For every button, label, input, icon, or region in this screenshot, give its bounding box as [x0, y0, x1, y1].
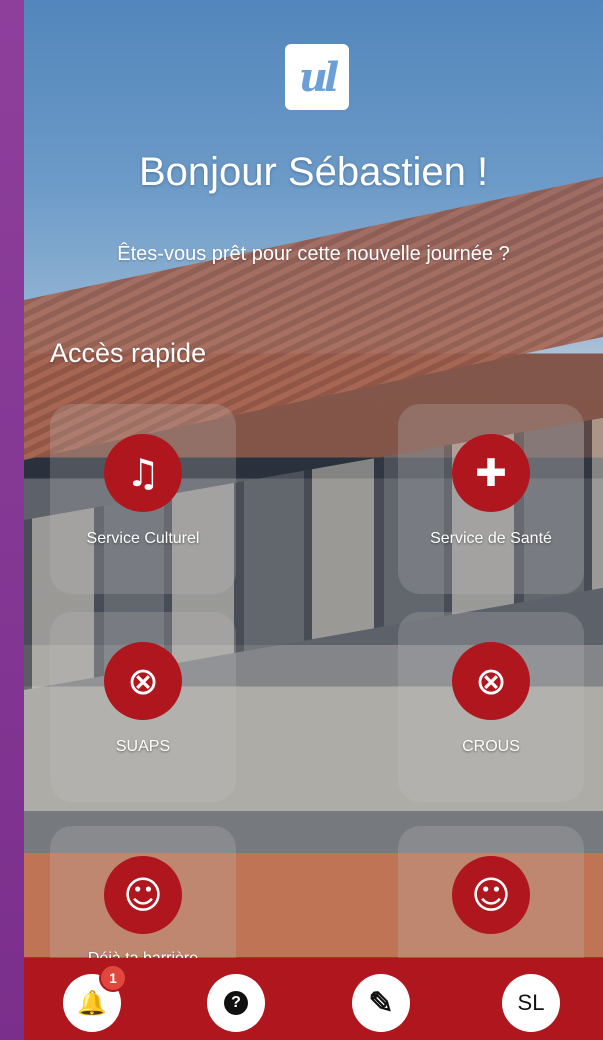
notifications-button[interactable]: 🔔 1	[63, 964, 127, 1032]
edit-button[interactable]: ✎	[352, 974, 410, 1032]
tile-label: Service de Santé	[430, 530, 552, 547]
basketball-icon: ⊗	[104, 642, 182, 720]
notification-badge: 1	[99, 964, 127, 992]
quick-access-title: Accès rapide	[50, 338, 207, 368]
tile-label: CROUS	[462, 738, 520, 755]
quick-access-tile-service-sante[interactable]: ✚ Service de Santé	[398, 404, 584, 594]
greeting-subtitle: Êtes-vous prêt pour cette nouvelle journ…	[117, 243, 510, 265]
medical-kit-icon: ✚	[452, 434, 530, 512]
smiley-icon: ☺	[104, 856, 182, 934]
quick-access-tile-crous[interactable]: ⊗ CROUS	[398, 612, 584, 802]
greeting-title: Bonjour Sébastien !	[138, 150, 489, 194]
help-icon: ?	[224, 991, 248, 1015]
basketball-icon: ⊗	[452, 642, 530, 720]
smiley-icon: ☺	[452, 856, 530, 934]
quick-access-tile-service-culturel[interactable]: ♫ Service Culturel	[50, 404, 236, 594]
avatar-initials: SL	[517, 990, 545, 1015]
music-note-icon: ♫	[104, 434, 182, 512]
tile-label: Service Culturel	[86, 530, 200, 547]
profile-avatar-button[interactable]: SL	[502, 974, 560, 1032]
bottom-navigation: 🔔 1 ? ✎ SL	[24, 958, 603, 1040]
side-strip	[0, 0, 24, 1040]
help-button[interactable]: ?	[207, 974, 265, 1032]
university-logo: ul	[285, 44, 349, 110]
pencil-icon: ✎	[368, 986, 394, 1020]
home-screen: ul Bonjour Sébastien ! Êtes-vous prêt po…	[24, 0, 603, 1040]
bell-icon: 🔔	[77, 989, 107, 1017]
tile-label: SUAPS	[115, 738, 171, 755]
quick-access-tile-suaps[interactable]: ⊗ SUAPS	[50, 612, 236, 802]
